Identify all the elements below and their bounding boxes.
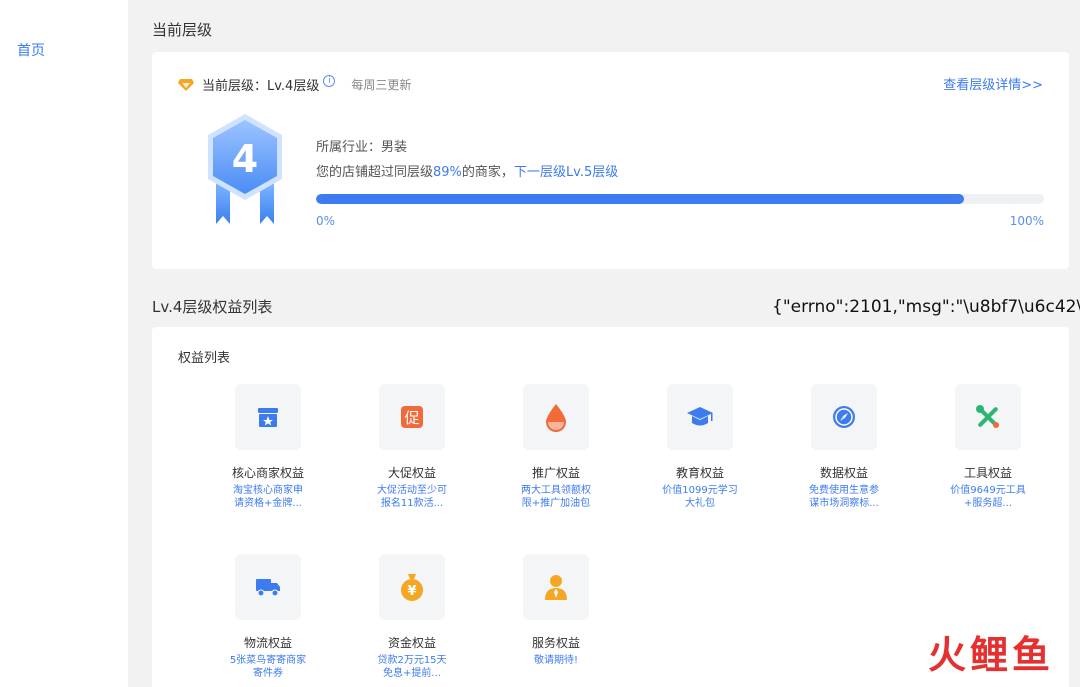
benefit-desc: 贷款2万元15天 免息+提前... — [377, 655, 447, 679]
benefit-desc: 大促活动至少可 报名11款活... — [377, 485, 447, 509]
benefit-name: 服务权益 — [531, 636, 580, 650]
benefit-name: 资金权益 — [387, 636, 436, 650]
service-person-icon — [523, 554, 589, 620]
main-content: 当前层级 当前层级：Lv.4层级 i 每周三更新 查看层级详情>> 4 所属行业… — [128, 0, 1080, 687]
store-icon — [235, 384, 301, 450]
benefit-item-core-merchant[interactable]: 核心商家权益 淘宝核心商家申 请资格+金牌... — [213, 384, 323, 510]
benefit-item-logistics[interactable]: 物流权益 5张菜鸟寄寄商家 寄件券 — [213, 554, 323, 680]
svg-text:促: 促 — [404, 409, 419, 427]
benefit-name: 物流权益 — [243, 636, 292, 650]
progress-fill — [316, 194, 964, 204]
graduation-cap-icon — [667, 384, 733, 450]
current-level-label: 当前层级：Lv.4层级 — [202, 79, 320, 94]
current-level-card: 当前层级：Lv.4层级 i 每周三更新 查看层级详情>> 4 所属行业：男装 您… — [152, 52, 1069, 269]
benefit-item-advertising[interactable]: 推广权益 两大工具领额权 限+推广加油包 — [501, 384, 611, 510]
benefit-name: 大促权益 — [387, 466, 436, 480]
benefit-name: 数据权益 — [819, 466, 868, 480]
level-info: 所属行业：男装 您的店铺超过同层级89%的商家，下一层级Lv.5层级 0% 10… — [316, 136, 1044, 228]
badge-number: 4 — [232, 137, 258, 181]
svg-text:¥: ¥ — [407, 584, 416, 599]
error-json-text: {"errno":2101,"msg":"\u8bf7\u6c42\u8 — [772, 297, 1080, 317]
benefit-desc: 敬请期待! — [533, 655, 578, 666]
view-level-details-link[interactable]: 查看层级详情>> — [943, 74, 1043, 93]
benefit-desc: 5张菜鸟寄寄商家 寄件券 — [229, 655, 307, 679]
drop-icon — [523, 384, 589, 450]
money-bag-icon: ¥ — [379, 554, 445, 620]
section-title-benefits-list: Lv.4层级权益列表 — [152, 298, 273, 316]
section-title-current-level: 当前层级 — [152, 21, 213, 39]
update-note: 每周三更新 — [351, 78, 412, 92]
next-level-text: 下一层级Lv.5层级 — [513, 165, 619, 180]
benefits-subtitle: 权益列表 — [178, 351, 231, 366]
benefit-desc: 淘宝核心商家申 请资格+金牌... — [233, 485, 303, 509]
sidebar-item-home[interactable]: 首页 — [17, 40, 45, 60]
compass-icon — [811, 384, 877, 450]
exceed-text: 您的店铺超过同层级89%的商家，下一层级Lv.5层级 — [316, 161, 1044, 180]
level-header: 当前层级：Lv.4层级 i 每周三更新 — [178, 74, 412, 94]
level-progress-bar — [316, 194, 1044, 204]
watermark-logo: 火鲤鱼 — [927, 632, 1054, 677]
benefit-item-tools[interactable]: 工具权益 价值9649元工具 +服务超... — [933, 384, 1043, 510]
benefit-item-education[interactable]: 教育权益 价值1099元学习 大礼包 — [645, 384, 755, 510]
industry-text: 所属行业：男装 — [316, 140, 408, 155]
truck-icon — [235, 554, 301, 620]
level-badge-icon: 4 — [208, 114, 282, 224]
promo-icon: 促 — [379, 384, 445, 450]
benefit-item-data[interactable]: 数据权益 免费使用生意参 谋市场洞察标... — [789, 384, 899, 510]
info-icon[interactable]: i — [323, 74, 336, 87]
benefit-desc: 价值1099元学习 大礼包 — [662, 485, 738, 509]
sidebar: 首页 — [0, 0, 128, 687]
exceed-prefix: 您的店铺超过同层级 — [316, 165, 434, 180]
benefit-name: 推广权益 — [531, 466, 580, 480]
exceed-percent: 89% — [433, 165, 462, 180]
benefit-item-promotion[interactable]: 促 大促权益 大促活动至少可 报名11款活... — [357, 384, 467, 510]
progress-max-label: 100% — [1009, 214, 1044, 228]
diamond-icon — [178, 78, 194, 91]
benefit-item-service[interactable]: 服务权益 敬请期待! — [501, 554, 611, 667]
benefit-desc: 价值9649元工具 +服务超... — [950, 485, 1026, 509]
benefit-item-funds[interactable]: ¥ 资金权益 贷款2万元15天 免息+提前... — [357, 554, 467, 680]
progress-min-label: 0% — [316, 214, 336, 228]
exceed-suffix: 的商家， — [461, 165, 514, 180]
benefit-name: 核心商家权益 — [231, 466, 304, 480]
benefit-name: 工具权益 — [963, 466, 1012, 480]
tools-icon — [955, 384, 1021, 450]
benefit-desc: 两大工具领额权 限+推广加油包 — [521, 485, 591, 509]
benefit-desc: 免费使用生意参 谋市场洞察标... — [809, 485, 879, 509]
benefit-name: 教育权益 — [675, 466, 724, 480]
